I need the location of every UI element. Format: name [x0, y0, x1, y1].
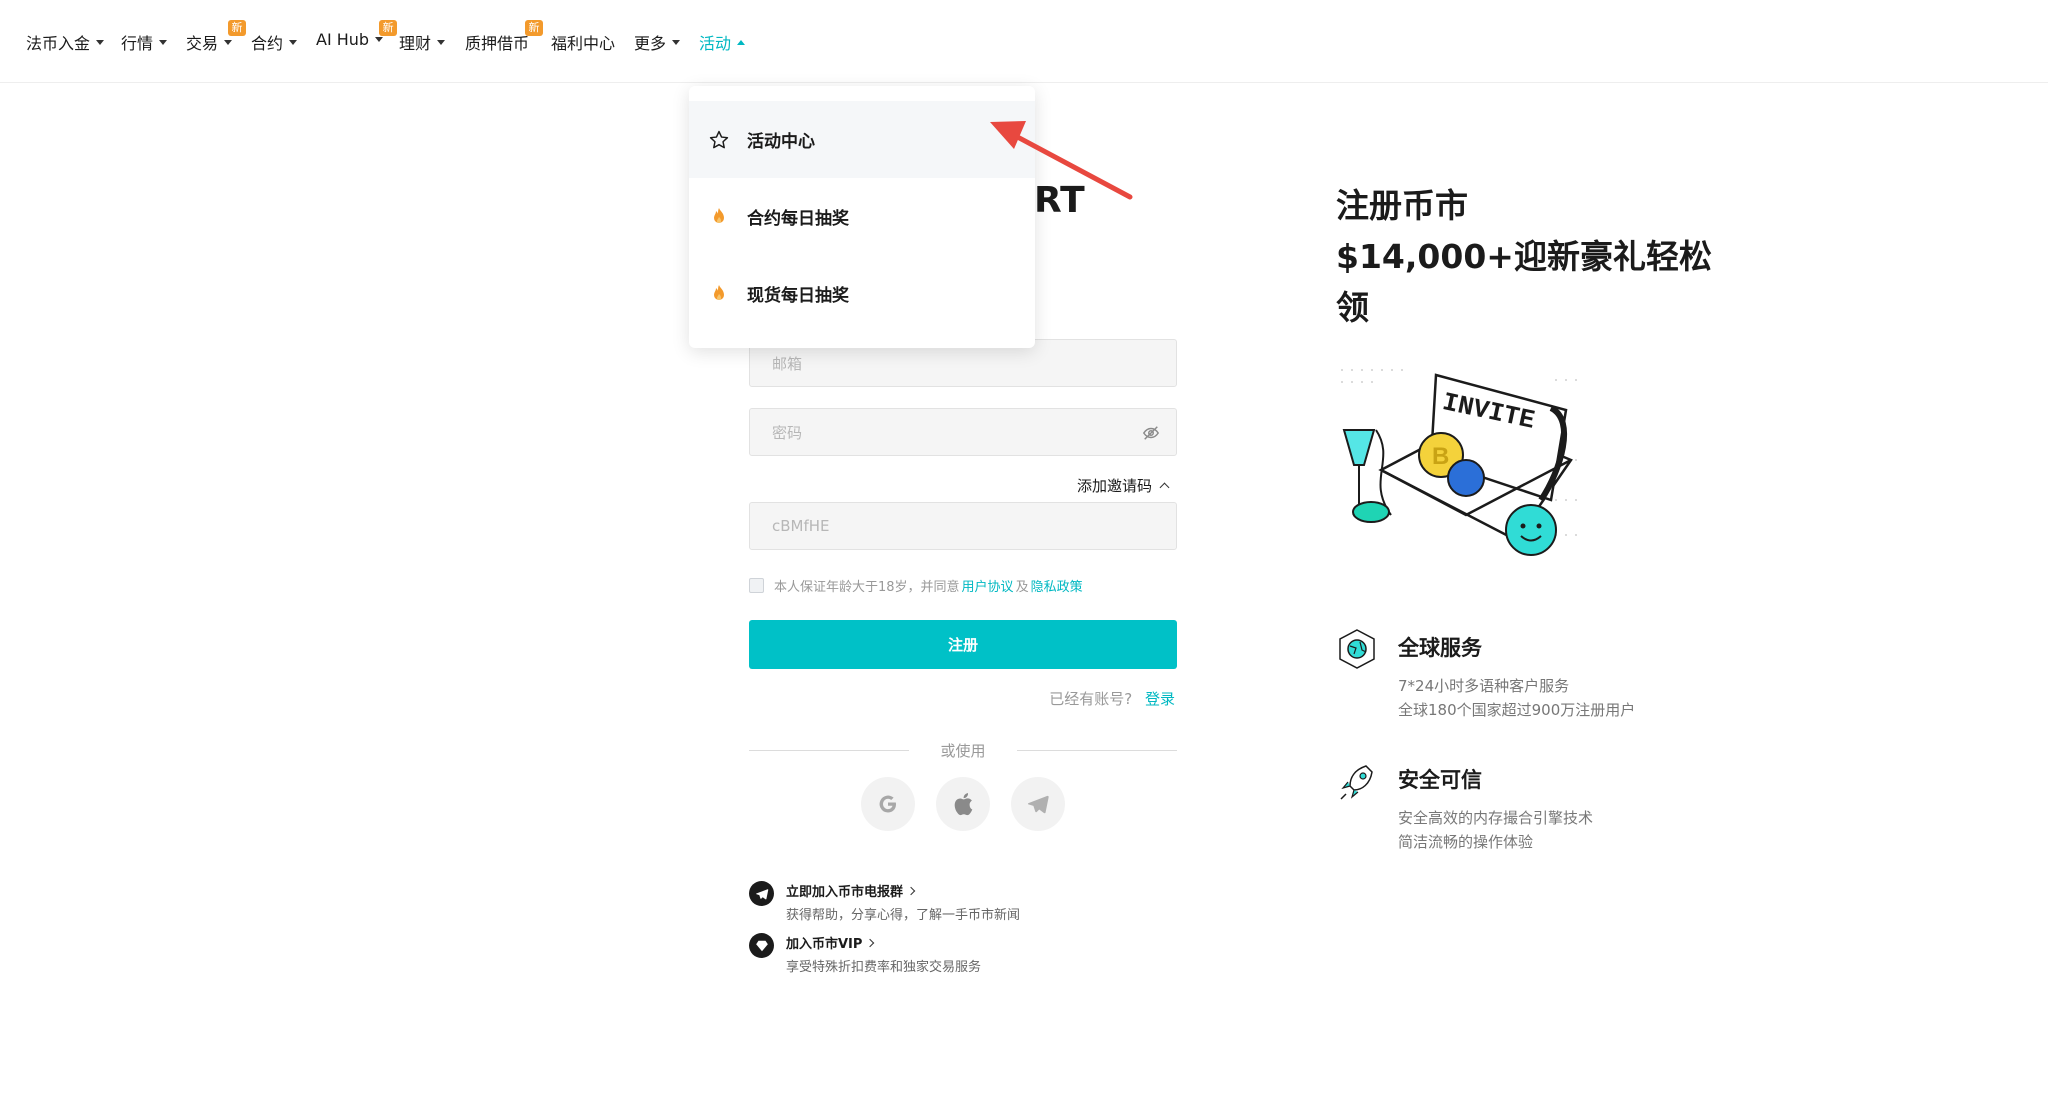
nav-futures[interactable]: 合约 [251, 30, 298, 54]
caret-down-icon [159, 39, 168, 45]
register-label: 注册 [947, 636, 978, 654]
feature-title: 安全可信 [1398, 768, 1482, 792]
telegram-login-button[interactable] [1011, 777, 1065, 831]
chevron-up-icon [1159, 482, 1170, 493]
eye-off-icon[interactable] [1142, 424, 1160, 442]
agree-text: 本人保证年龄大于18岁，并同意 [774, 580, 960, 595]
promo-title-text: 加入币市VIP [786, 937, 863, 952]
have-account-row: 已经有账号? 登录 [1049, 688, 1177, 709]
telegram-group-promo[interactable]: 立即加入币市电报群 获得帮助，分享心得，了解一手币市新闻 [749, 881, 1020, 923]
google-login-button[interactable] [861, 777, 915, 831]
nav-earn[interactable]: 理财 [399, 30, 446, 54]
invite-envelope-illustration: INVITE B [1341, 369, 1577, 556]
annotation-arrow-icon [990, 121, 1133, 200]
vip-diamond-icon [749, 933, 774, 958]
caret-down-icon [289, 39, 298, 45]
caret-down-icon [437, 39, 446, 45]
nav-fiat-deposit[interactable]: 法币入金 [26, 30, 105, 54]
svg-text:B: B [1432, 443, 1449, 470]
nav-markets[interactable]: 行情 [121, 30, 168, 54]
apple-login-button[interactable] [936, 777, 990, 831]
nav-crypto-loan[interactable]: 质押借币新 [465, 20, 544, 54]
nav-label: 更多 [634, 34, 667, 53]
google-icon [879, 795, 896, 813]
divider [749, 750, 909, 751]
nav-label: 法币入金 [26, 34, 91, 53]
flame-icon [707, 282, 731, 306]
chevron-right-icon [866, 938, 875, 947]
nav-label: 活动 [699, 34, 732, 53]
caret-down-icon [96, 39, 105, 45]
login-link[interactable]: 登录 [1145, 690, 1175, 708]
feature-line: 安全高效的内存撮合引擎技术 [1398, 809, 1594, 827]
feature-line: 简洁流畅的操作体验 [1398, 833, 1534, 851]
nav-label: 质押借币 [465, 34, 530, 53]
flame-icon [707, 205, 731, 229]
agree-and: 及 [1015, 580, 1029, 595]
menu-item-label: 现货每日抽奖 [747, 286, 849, 306]
password-field[interactable]: 密码 [749, 408, 1177, 456]
globe-icon [1339, 629, 1375, 669]
feature-global-service: 全球服务 7*24小时多语种客户服务 全球180个国家超过900万注册用户 [1336, 628, 1635, 722]
user-agreement-link[interactable]: 用户协议 [962, 576, 1014, 595]
nav-more[interactable]: 更多 [634, 30, 681, 54]
apple-icon [954, 793, 973, 816]
promo-subtitle: 获得帮助，分享心得，了解一手币市新闻 [786, 908, 1021, 923]
add-invite-code-toggle[interactable]: 添加邀请码 [1077, 475, 1170, 496]
invite-code-field[interactable]: cBMfHE [749, 502, 1177, 550]
register-button[interactable]: 注册 [749, 620, 1177, 669]
telegram-icon [749, 881, 774, 906]
nav-ai-hub[interactable]: AI Hub 新 [316, 20, 398, 49]
nav-trade[interactable]: 交易新 [186, 20, 247, 54]
star-icon [707, 128, 731, 152]
feature-line: 全球180个国家超过900万注册用户 [1398, 701, 1636, 719]
nav-label: 行情 [121, 34, 154, 53]
heading-line: $14,000+迎新豪礼轻松 [1336, 237, 1712, 276]
agreement-row: 本人保证年龄大于18岁，并同意 用户协议 及 隐私政策 [749, 576, 1085, 595]
caret-up-icon [737, 39, 746, 45]
chevron-right-icon [906, 886, 916, 895]
heading-line: 领 [1336, 288, 1369, 327]
new-badge: 新 [525, 20, 544, 36]
telegram-icon [1027, 795, 1049, 814]
feature-security: 安全可信 安全高效的内存撮合引擎技术 简洁流畅的操作体验 [1336, 760, 1593, 854]
divider [1017, 750, 1177, 751]
or-use-label: 或使用 [940, 742, 986, 760]
feature-line: 7*24小时多语种客户服务 [1398, 677, 1570, 695]
menu-item-label: 活动中心 [747, 132, 815, 152]
caret-down-icon [375, 37, 384, 42]
promo-title-text: 立即加入币市电报群 [786, 885, 904, 900]
invite-code-value: cBMfHE [772, 517, 830, 535]
caret-down-icon [224, 39, 233, 45]
menu-item-spot-lottery[interactable]: 现货每日抽奖 [689, 255, 1035, 332]
new-badge: 新 [379, 20, 398, 36]
heading-line: 注册币市 [1336, 186, 1468, 225]
email-placeholder: 邮箱 [772, 354, 803, 373]
nav-events[interactable]: 活动 [699, 30, 746, 54]
password-placeholder: 密码 [772, 423, 803, 442]
signup-promo-heading: 注册币市 $14,000+迎新豪礼轻松 领 [1336, 180, 1736, 333]
promo-subtitle: 享受特殊折扣费率和独家交易服务 [786, 960, 982, 975]
nav-label: 交易 [186, 34, 219, 53]
top-navigation: 法币入金 行情 交易新 合约 AI Hub 新 理财 质押借币新 福利中心 更多 … [0, 0, 2048, 83]
nav-label: 理财 [399, 34, 432, 53]
promo-title: 立即加入币市电报群 [786, 881, 1020, 900]
nav-rewards-center[interactable]: 福利中心 [551, 30, 615, 54]
invite-toggle-label: 添加邀请码 [1077, 477, 1153, 495]
nav-label: 合约 [251, 34, 284, 53]
promo-title: 加入币市VIP [786, 933, 981, 952]
new-badge: 新 [228, 20, 247, 36]
menu-item-label: 合约每日抽奖 [747, 209, 849, 229]
nav-label: 福利中心 [551, 34, 616, 53]
privacy-policy-link[interactable]: 隐私政策 [1031, 576, 1083, 595]
have-account-text: 已经有账号? [1049, 690, 1133, 708]
feature-title: 全球服务 [1398, 636, 1482, 660]
rocket-icon [1340, 765, 1373, 800]
nav-label: AI Hub [316, 30, 370, 49]
agree-checkbox[interactable] [749, 578, 764, 593]
caret-down-icon [672, 39, 681, 45]
vip-promo[interactable]: 加入币市VIP 享受特殊折扣费率和独家交易服务 [749, 933, 981, 975]
